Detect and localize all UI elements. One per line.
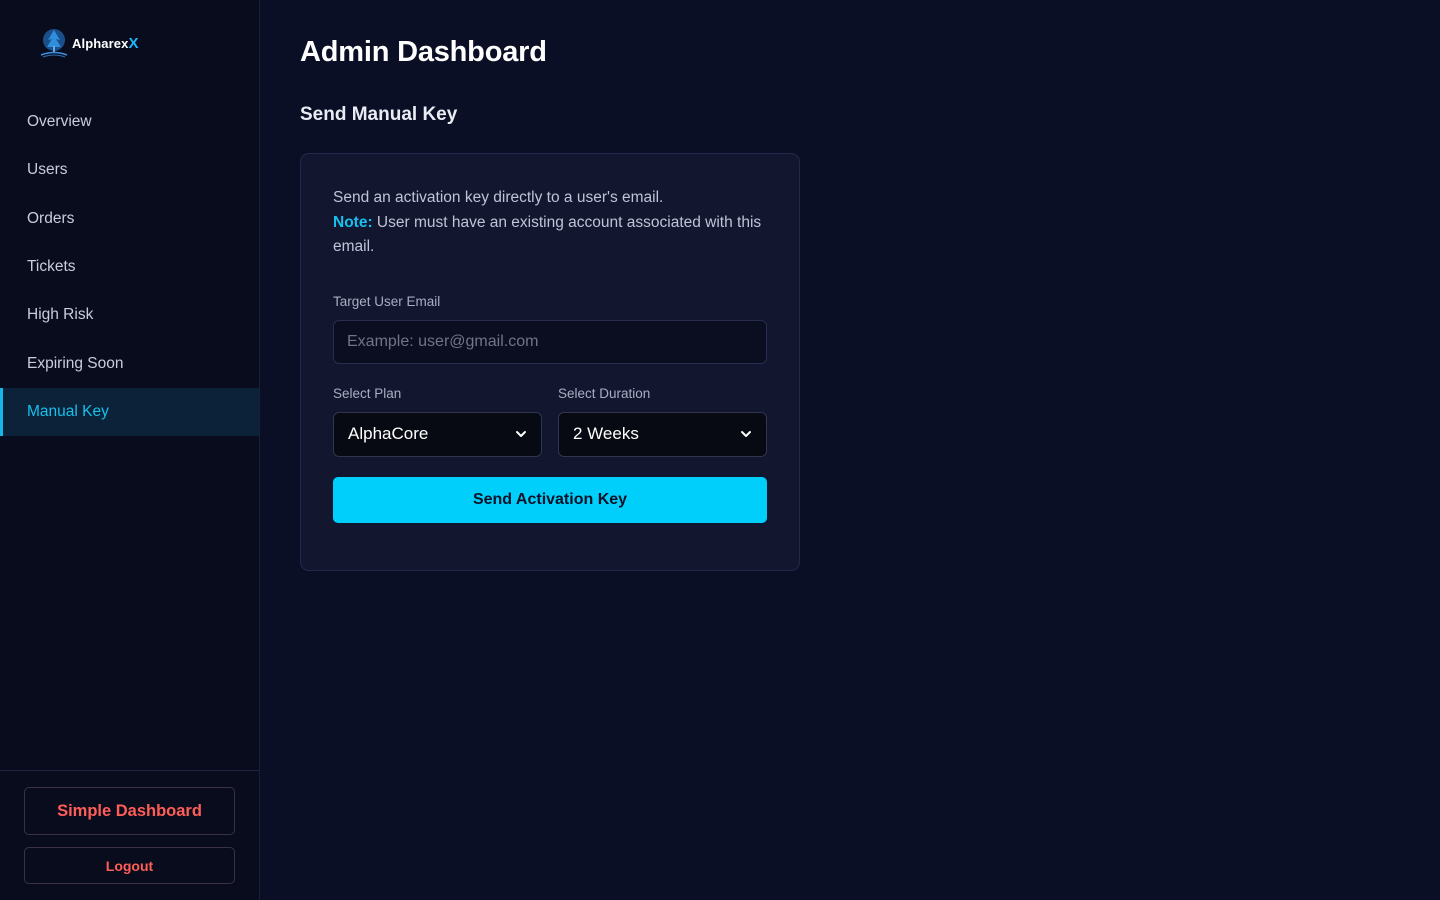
section-title: Send Manual Key (300, 104, 458, 125)
email-label: Target User Email (333, 293, 441, 309)
duration-select-value: 2 Weeks (573, 424, 639, 443)
manual-key-card: Send an activation key directly to a use… (300, 153, 800, 571)
sidebar-item-manual-key[interactable]: Manual Key (0, 387, 259, 437)
simple-dashboard-button[interactable]: Simple Dashboard (24, 787, 235, 835)
duration-select[interactable]: 2 Weeks (558, 411, 767, 457)
brand-logo[interactable]: Alpharex X (0, 0, 259, 86)
app-root: Alpharex X Overview Users Orders Tickets… (0, 0, 1440, 900)
chevron-down-icon (741, 431, 751, 437)
note-text: User must have an existing account assoc… (333, 213, 762, 256)
main-content: Admin Dashboard Send Manual Key Send an … (260, 0, 1440, 900)
card-description: Send an activation key directly to a use… (333, 186, 767, 260)
duration-label: Select Duration (558, 385, 651, 401)
brand-suffix: X (128, 34, 139, 52)
brand-name: Alpharex (72, 35, 129, 51)
plan-label: Select Plan (333, 385, 402, 401)
plan-select[interactable]: AlphaCore (333, 411, 542, 457)
note-label: Note: (333, 213, 373, 231)
page-title: Admin Dashboard (300, 36, 547, 68)
sidebar-nav: Overview Users Orders Tickets High Risk … (0, 98, 259, 437)
sidebar-item-label: Users (27, 161, 68, 179)
plan-select-value: AlphaCore (348, 424, 429, 443)
email-field[interactable] (333, 319, 767, 364)
sidebar-item-label: High Risk (27, 306, 94, 324)
sidebar-item-label: Overview (27, 113, 92, 131)
description-text: Send an activation key directly to a use… (333, 189, 664, 206)
sidebar-item-users[interactable]: Users (0, 146, 259, 194)
sidebar-footer: Simple Dashboard Logout (0, 770, 259, 900)
plan-column: Select Plan AlphaCore (333, 386, 542, 457)
sidebar-item-high-risk[interactable]: High Risk (0, 291, 259, 339)
logout-button[interactable]: Logout (24, 847, 235, 884)
sidebar-item-expiring-soon[interactable]: Expiring Soon (0, 339, 259, 387)
sidebar-item-tickets[interactable]: Tickets (0, 243, 259, 291)
tree-globe-logo-icon (40, 29, 68, 58)
send-activation-key-button[interactable]: Send Activation Key (333, 476, 767, 523)
duration-column: Select Duration 2 Weeks (558, 386, 767, 457)
sidebar-item-overview[interactable]: Overview (0, 98, 259, 146)
sidebar-item-label: Manual Key (27, 402, 109, 420)
sidebar-item-label: Orders (27, 209, 75, 227)
sidebar-item-label: Expiring Soon (27, 354, 124, 372)
chevron-down-icon (516, 431, 526, 437)
sidebar-item-orders[interactable]: Orders (0, 195, 259, 243)
plan-duration-row: Select Plan AlphaCore Select Duration 2 … (333, 386, 767, 457)
sidebar: Alpharex X Overview Users Orders Tickets… (0, 0, 260, 900)
sidebar-item-label: Tickets (27, 258, 76, 276)
